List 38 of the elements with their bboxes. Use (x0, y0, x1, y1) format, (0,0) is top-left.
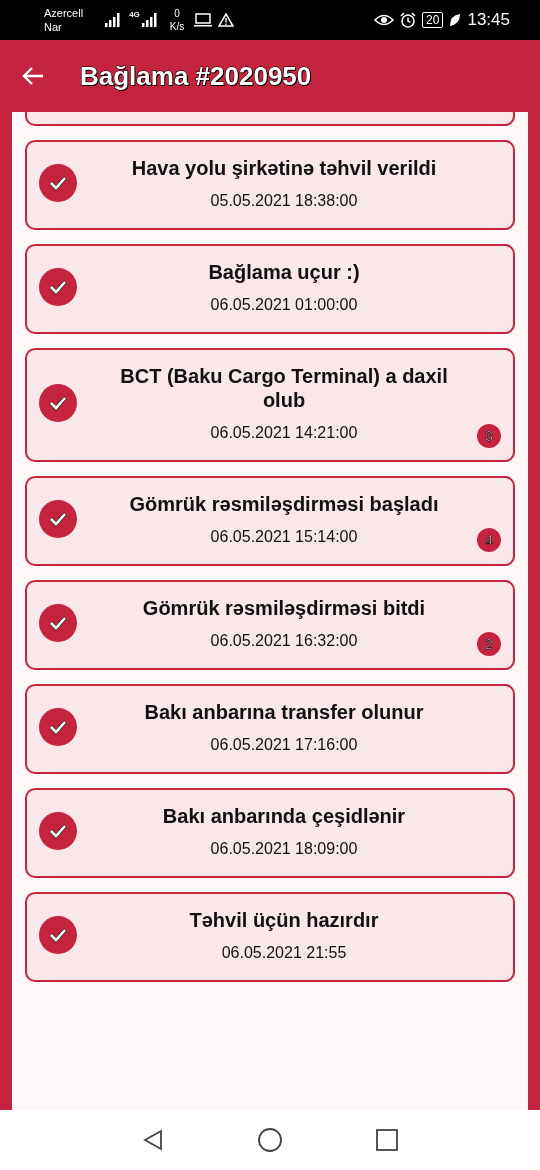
recents-square-icon[interactable] (375, 1128, 399, 1152)
home-circle-icon[interactable] (257, 1127, 283, 1153)
warning-icon (218, 13, 235, 27)
laptop-icon (194, 13, 213, 27)
alarm-icon (400, 12, 417, 28)
event-title: Gömrük rəsmiləşdirməsi bitdi (142, 596, 426, 620)
event-title: Gömrük rəsmiləşdirməsi başladı (129, 492, 439, 516)
back-button[interactable] (22, 66, 44, 86)
event-time: 06.05.2021 17:16:00 (210, 736, 358, 754)
event-title: Bakı anbarında çeşidlənir (162, 804, 406, 828)
count-badge: 2 (477, 632, 501, 656)
event-title: BCT (Baku Cargo Terminal) a daxil olub (119, 364, 449, 412)
event-title: Bakı anbarına transfer olunur (144, 700, 424, 724)
event-title: Bağlama uçur :) (208, 260, 360, 284)
event-time: 06.05.2021 21:55 (221, 944, 347, 962)
count-badge: 4 (477, 528, 501, 552)
event-time: 06.05.2021 18:09:00 (210, 840, 358, 858)
page-title: Bağlama #2020950 (80, 60, 312, 92)
event-time: 06.05.2021 14:21:00 (210, 424, 358, 442)
battery-indicator: 20 (422, 12, 444, 28)
event-time: 06.05.2021 15:14:00 (210, 528, 358, 546)
carrier-name: Azercell (44, 6, 84, 20)
count-badge: 3 (477, 424, 501, 448)
leaf-icon (449, 13, 462, 27)
eye-icon (374, 13, 395, 27)
network-type: 4G (129, 10, 140, 19)
event-time: 06.05.2021 01:00:00 (210, 296, 358, 314)
back-triangle-icon[interactable] (141, 1128, 165, 1152)
event-title: Təhvil üçün hazırdır (189, 908, 379, 932)
event-time: 05.05.2021 18:38:00 (210, 192, 358, 210)
back-arrow-icon (22, 66, 44, 86)
speed-value: 0 (174, 7, 180, 20)
event-time: 06.05.2021 16:32:00 (210, 632, 358, 650)
event-title: Hava yolu şirkətinə təhvil verildi (131, 156, 437, 180)
speed-unit: K/s (169, 20, 185, 33)
signal-icon (141, 13, 160, 27)
carrier-name: Nar (44, 20, 63, 34)
clock-time: 13:45 (467, 10, 510, 30)
